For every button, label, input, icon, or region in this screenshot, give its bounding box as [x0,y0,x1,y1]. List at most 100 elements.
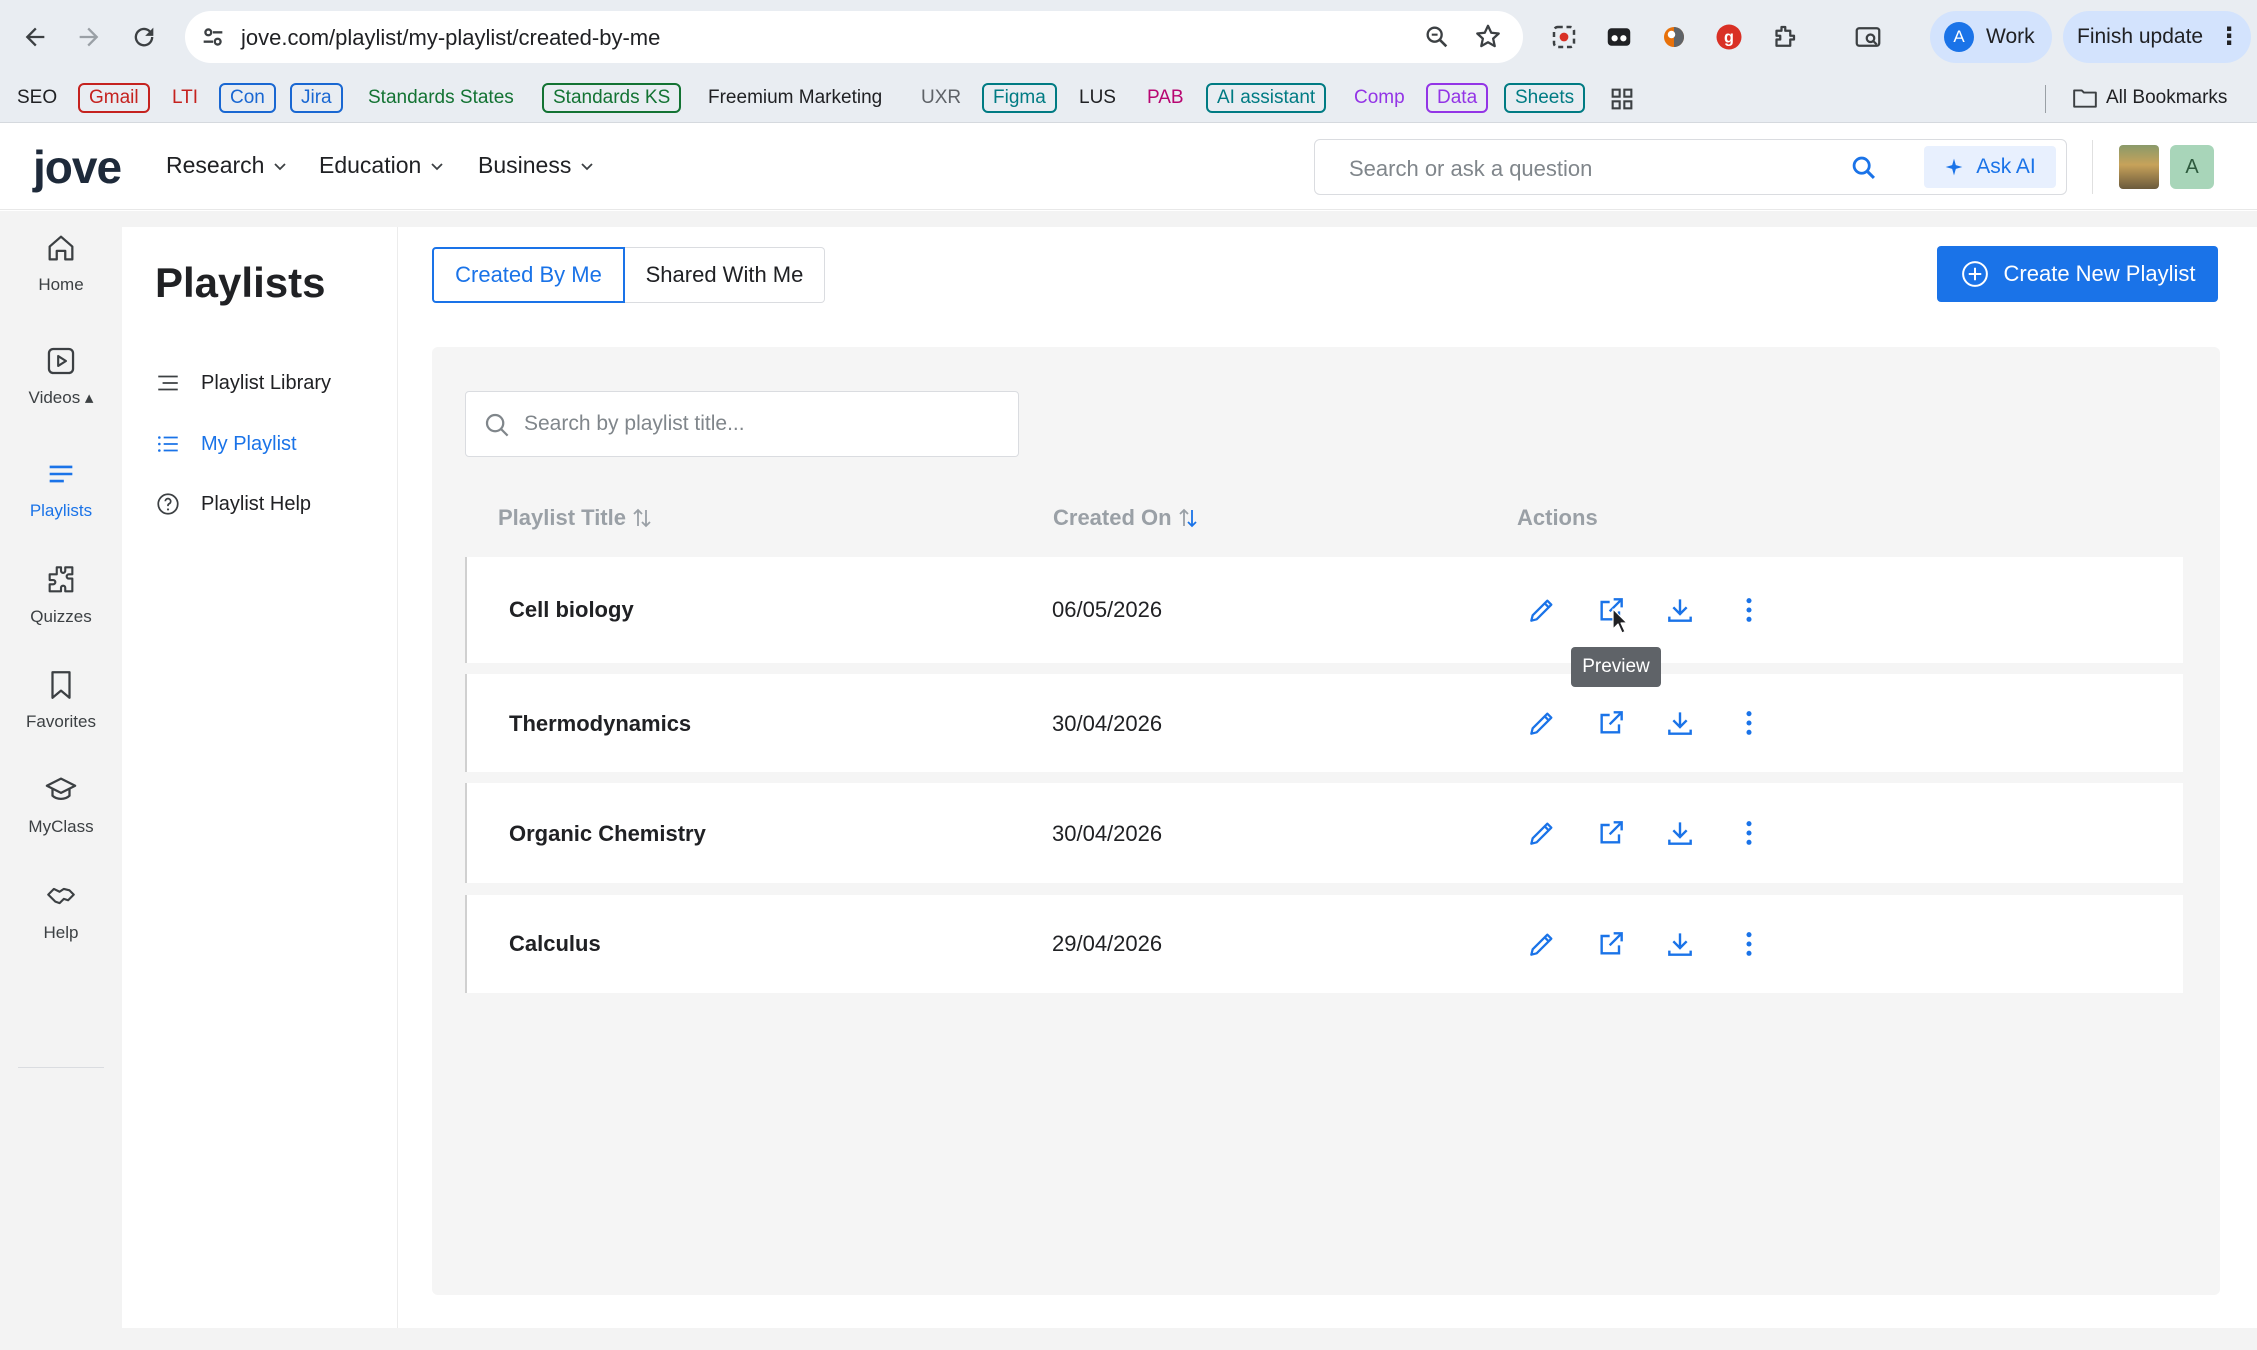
playlist-title[interactable]: Organic Chemistry [509,821,706,847]
bookmark-item[interactable]: AI assistant [1206,83,1327,113]
bookmark-star-icon[interactable] [1473,22,1503,52]
bookmark-item[interactable]: Comp [1343,83,1416,113]
incognito-extension-icon[interactable] [1603,21,1635,53]
nav-research[interactable]: Research [166,152,288,179]
ask-ai-button[interactable]: Ask AI [1924,146,2056,188]
rail-item-playlists[interactable]: Playlists [0,457,122,521]
rail-item-myclass[interactable]: MyClass [0,773,122,837]
bookmark-item[interactable]: Sheets [1504,83,1586,113]
playlist-panel: Search by playlist title... Playlist Tit… [432,347,2220,1295]
edit-button[interactable] [1525,593,1559,627]
rail-item-help[interactable]: Help [0,879,122,943]
page-title: Playlists [155,259,326,306]
reload-button[interactable] [125,18,163,56]
preview-button[interactable] [1594,927,1628,961]
more-options-button[interactable] [1732,927,1766,961]
bookmark-item[interactable]: SEO [6,83,68,113]
all-bookmarks-button[interactable]: All Bookmarks [2072,83,2227,113]
screenshot-extension-icon[interactable] [1548,21,1580,53]
rail-label: Quizzes [30,607,92,626]
jove-logo[interactable]: jove [33,140,122,194]
rail-item-videos[interactable]: Videos ▴ [0,344,122,408]
preview-button[interactable] [1594,816,1628,850]
apps-grid-icon[interactable] [1608,85,1636,113]
tab-search-icon[interactable] [1852,21,1884,53]
rail-item-home[interactable]: Home [0,231,122,295]
sort-active-icon [1178,508,1197,528]
tab-shared-with-me[interactable]: Shared With Me [625,247,825,303]
more-options-button[interactable] [1732,816,1766,850]
sidebar-item-my-playlist[interactable]: My Playlist [155,431,297,457]
create-playlist-button[interactable]: Create New Playlist [1937,246,2218,302]
site-search-placeholder[interactable]: Search or ask a question [1349,156,1592,182]
bookmark-item[interactable]: Standards KS [542,83,682,113]
more-options-button[interactable] [1732,593,1766,627]
institution-thumbnail[interactable] [2119,145,2159,189]
preview-button[interactable] [1594,706,1628,740]
nav-business[interactable]: Business [478,152,595,179]
bookmark-item[interactable]: UXR [910,83,972,113]
nav-business-label: Business [478,152,572,178]
more-options-button[interactable] [1732,706,1766,740]
tab-created-by-me[interactable]: Created By Me [432,247,625,303]
bookmark-item[interactable]: Data [1426,83,1489,113]
bookmark-item[interactable]: Standards States [357,83,525,113]
playlist-search-placeholder[interactable]: Search by playlist title... [524,412,745,436]
bookmark-item[interactable]: Gmail [78,83,150,113]
playlist-title[interactable]: Thermodynamics [509,711,691,737]
download-button[interactable] [1663,706,1697,740]
nav-education[interactable]: Education [319,152,445,179]
playlist-content: Created By Me Shared With Me Create New … [398,227,2257,1328]
bookmark-item[interactable]: Figma [982,83,1057,113]
grammarly-extension-icon[interactable]: g [1713,21,1745,53]
sidebar-item-playlist-help[interactable]: Playlist Help [155,491,311,517]
download-button[interactable] [1663,927,1697,961]
bookmark-item[interactable]: LUS [1068,83,1127,113]
rail-item-quizzes[interactable]: Quizzes [0,563,122,627]
bookmark-item[interactable]: Jira [290,83,343,113]
edit-button[interactable] [1525,706,1559,740]
column-header-title[interactable]: Playlist Title [498,505,652,531]
table-row[interactable]: Thermodynamics 30/04/2026 [465,674,2183,772]
question-circle-icon [157,493,179,515]
bookmark-item[interactable]: Freemium Marketing [697,83,893,113]
table-row[interactable]: Organic Chemistry 30/04/2026 [465,783,2183,883]
bookmark-item[interactable]: LTI [161,83,209,113]
sidebar-item-playlist-library[interactable]: Playlist Library [155,370,331,396]
rail-label: MyClass [28,817,94,836]
back-button[interactable] [16,18,54,56]
playlist-title[interactable]: Calculus [509,931,601,957]
finish-update-button[interactable]: Finish update ⋮ [2063,11,2251,63]
bookmark-item[interactable]: Con [219,83,276,113]
table-row[interactable]: Calculus 29/04/2026 [465,895,2183,993]
extensions-puzzle-icon[interactable] [1768,21,1800,53]
address-bar[interactable]: jove.com/playlist/my-playlist/created-by… [185,11,1523,63]
rail-item-favorites[interactable]: Favorites [0,668,122,732]
site-settings-icon[interactable] [199,23,227,51]
edit-button[interactable] [1525,816,1559,850]
graduation-cap-icon [45,777,77,800]
external-link-icon [1600,932,1623,955]
user-avatar[interactable]: A [2170,145,2214,189]
download-button[interactable] [1663,593,1697,627]
library-icon [158,375,178,391]
table-row[interactable]: Cell biology 06/05/2026 [465,557,2183,663]
rail-label: Favorites [26,712,96,731]
color-extension-icon[interactable] [1658,21,1690,53]
column-header-created[interactable]: Created On [1053,505,1198,531]
site-search[interactable]: Search or ask a question Ask AI [1314,139,2067,195]
download-button[interactable] [1663,816,1697,850]
playlist-title[interactable]: Cell biology [509,597,634,623]
search-icon[interactable] [1850,154,1878,182]
url-text[interactable]: jove.com/playlist/my-playlist/created-by… [241,25,660,51]
arrow-right-icon [79,27,99,47]
column-header-actions: Actions [1517,505,1598,530]
playlist-search-input[interactable]: Search by playlist title... [465,391,1019,457]
zoom-icon[interactable] [1423,23,1451,51]
forward-button[interactable] [70,18,108,56]
svg-text:g: g [1724,29,1734,47]
profile-button[interactable]: A Work [1930,11,2052,63]
edit-button[interactable] [1525,927,1559,961]
bookmark-item[interactable]: PAB [1136,83,1195,113]
download-icon [1668,933,1692,956]
